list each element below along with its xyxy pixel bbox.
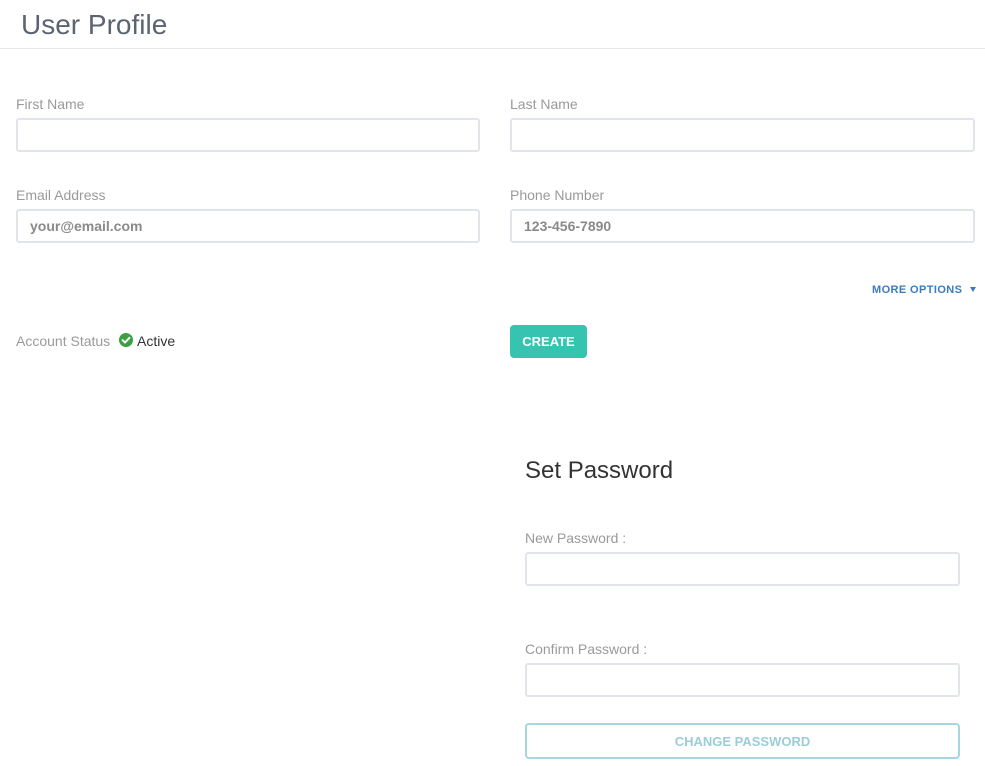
first-name-input[interactable] [16, 118, 480, 152]
change-password-button[interactable]: CHANGE PASSWORD [525, 723, 960, 759]
new-password-input[interactable] [525, 552, 960, 586]
last-name-input[interactable] [510, 118, 975, 152]
page-header: User Profile [0, 0, 985, 49]
new-password-label: New Password : [525, 530, 627, 546]
phone-input[interactable] [510, 209, 975, 243]
email-label: Email Address [16, 187, 106, 203]
email-input[interactable] [16, 209, 480, 243]
user-profile-page: User Profile First Name Last Name Email … [0, 0, 985, 766]
confirm-password-input[interactable] [525, 663, 960, 697]
phone-label: Phone Number [510, 187, 605, 203]
create-button[interactable]: CREATE [510, 325, 587, 358]
confirm-password-label: Confirm Password : [525, 641, 648, 657]
page-title: User Profile [21, 9, 168, 40]
set-password-title: Set Password [525, 457, 674, 484]
last-name-label: Last Name [510, 96, 578, 112]
first-name-label: First Name [16, 96, 85, 112]
more-options-toggle[interactable]: MORE OPTIONS [872, 284, 977, 296]
account-status-value: Active [137, 333, 176, 349]
check-circle-icon [119, 333, 133, 347]
more-options-label: MORE OPTIONS [872, 284, 963, 296]
account-status-label: Account Status [16, 333, 111, 349]
caret-down-icon [970, 286, 977, 292]
